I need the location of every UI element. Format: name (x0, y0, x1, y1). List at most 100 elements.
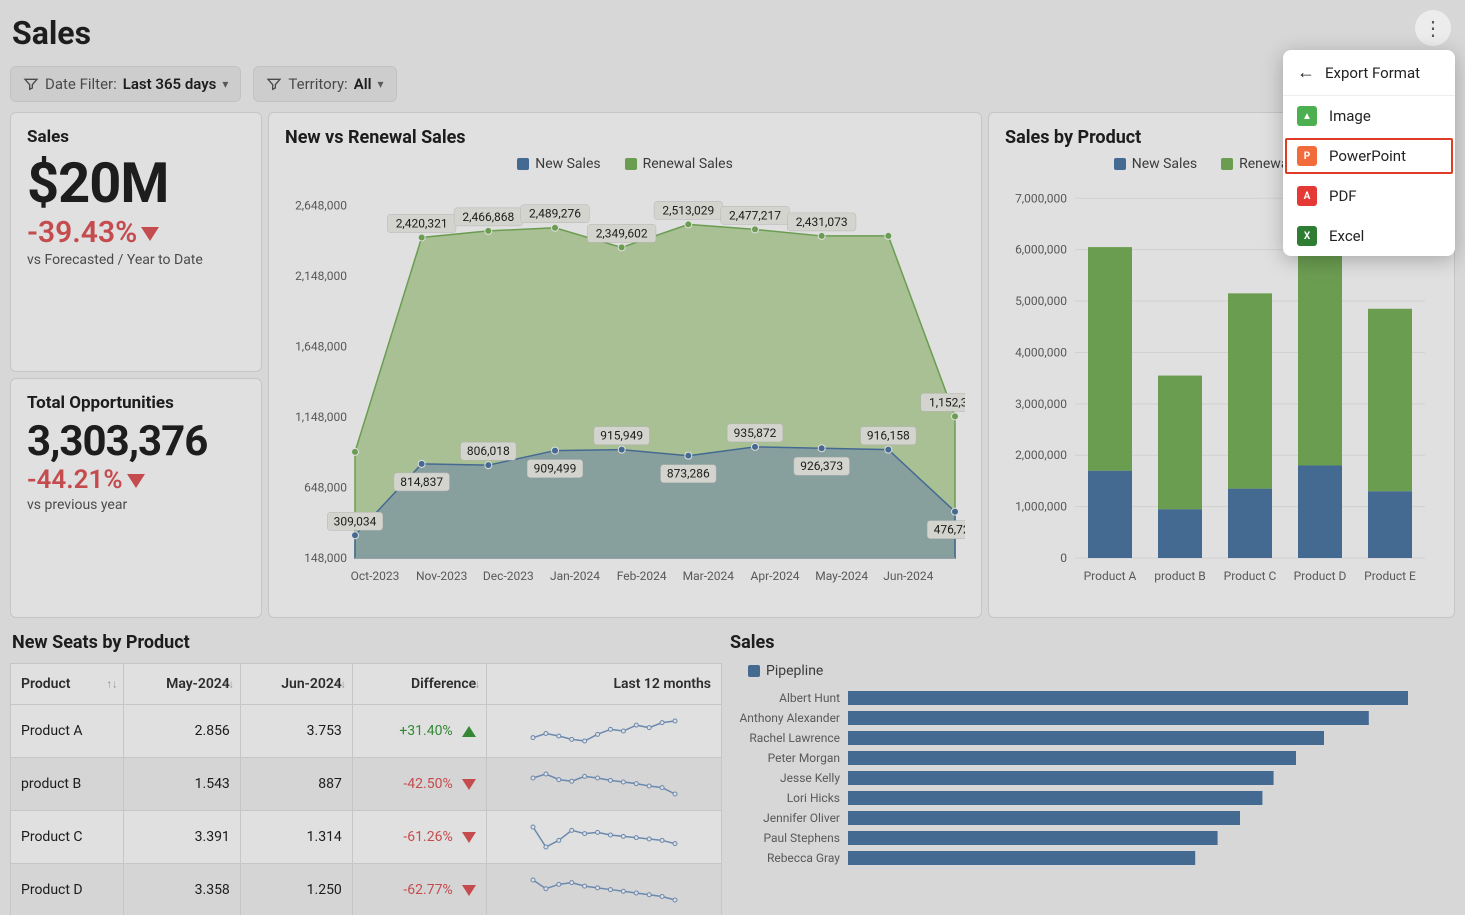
table-row[interactable]: Product C3.3911.314-61.26% (11, 811, 722, 864)
svg-text:3,000,000: 3,000,000 (1015, 397, 1067, 411)
export-option-ppt[interactable]: PPowerPoint (1283, 136, 1455, 176)
seats-col-header[interactable]: May-2024↑↓ (124, 664, 240, 705)
legend-swatch-green (1221, 158, 1233, 170)
pipeline-section: Sales Pipepline Albert Hunt Anthony Alexa… (728, 624, 1455, 915)
legend-swatch-blue (517, 158, 529, 170)
table-row[interactable]: product B1.543887-42.50% (11, 758, 722, 811)
seats-col-header[interactable]: Jun-2024↑↓ (240, 664, 352, 705)
svg-text:Product E: Product E (1364, 569, 1416, 583)
kpi-opps-card: Total Opportunities 3,303,376 -44.21% vs… (10, 378, 262, 618)
pipeline-chart[interactable]: Albert Hunt Anthony Alexander Rachel Lawre… (728, 685, 1438, 895)
table-row[interactable]: Product A2.8563.753+31.40% (11, 705, 722, 758)
territory-filter[interactable]: Territory: All ▾ (253, 66, 396, 102)
kpi-sales-title: Sales (27, 127, 245, 147)
new-vs-renewal-card: New vs Renewal Sales New Sales Renewal S… (268, 112, 982, 618)
svg-text:2,466,868: 2,466,868 (462, 210, 514, 224)
svg-text:Jun-2024: Jun-2024 (883, 569, 933, 583)
svg-text:2,420,321: 2,420,321 (396, 216, 448, 230)
svg-text:148,000: 148,000 (304, 551, 347, 565)
ppt-file-icon: P (1297, 146, 1317, 166)
svg-text:2,489,276: 2,489,276 (529, 207, 581, 221)
svg-text:1,152,324: 1,152,324 (929, 395, 965, 409)
new-vs-renewal-chart[interactable]: 148,000648,0001,148,0001,648,0002,148,00… (285, 178, 965, 598)
seats-section: New Seats by Product Product↑↓May-2024↑↓… (10, 624, 722, 915)
more-menu-button[interactable] (1415, 10, 1451, 46)
svg-text:2,349,602: 2,349,602 (596, 226, 648, 240)
svg-text:2,477,217: 2,477,217 (729, 208, 781, 222)
table-row[interactable]: Product D3.3581.250-62.77% (11, 864, 722, 915)
territory-filter-label: Territory: (288, 75, 347, 93)
svg-text:Dec-2023: Dec-2023 (483, 569, 534, 583)
pdf-file-icon: A (1297, 186, 1317, 206)
svg-text:Rachel Lawrence: Rachel Lawrence (749, 731, 840, 745)
svg-text:Product D: Product D (1294, 569, 1347, 583)
kpi-sales-card: Sales $20M -39.43% vs Forecasted / Year … (10, 112, 262, 372)
svg-text:Albert Hunt: Albert Hunt (779, 691, 840, 705)
seats-title: New Seats by Product (12, 632, 722, 653)
svg-text:Product C: Product C (1224, 569, 1277, 583)
svg-text:4,000,000: 4,000,000 (1015, 345, 1067, 359)
kpi-sales-sub: vs Forecasted / Year to Date (27, 252, 245, 268)
chevron-down-icon: ▾ (378, 77, 384, 91)
chevron-down-icon: ▾ (222, 77, 228, 91)
svg-text:May-2024: May-2024 (815, 569, 868, 583)
svg-text:873,286: 873,286 (667, 467, 710, 481)
date-filter-label: Date Filter: (45, 75, 117, 93)
svg-text:1,148,000: 1,148,000 (295, 410, 347, 424)
legend-swatch-blue (1114, 158, 1126, 170)
page-title: Sales (12, 14, 1455, 52)
svg-text:Jennifer Oliver: Jennifer Oliver (763, 811, 840, 825)
svg-text:5,000,000: 5,000,000 (1015, 294, 1067, 308)
export-header: Export Format (1325, 64, 1420, 82)
svg-text:2,000,000: 2,000,000 (1015, 448, 1067, 462)
svg-text:Rebecca Gray: Rebecca Gray (767, 851, 840, 865)
svg-text:Product A: Product A (1084, 569, 1137, 583)
legend-swatch-green (625, 158, 637, 170)
svg-text:2,648,000: 2,648,000 (295, 198, 347, 212)
date-filter[interactable]: Date Filter: Last 365 days ▾ (10, 66, 241, 102)
seats-col-header[interactable]: Last 12 months (487, 664, 722, 705)
new-vs-renewal-legend: New Sales Renewal Sales (285, 156, 965, 172)
new-vs-renewal-title: New vs Renewal Sales (285, 127, 965, 148)
pipeline-legend: Pipepline (748, 663, 1455, 679)
kpi-sales-delta: -39.43% (27, 215, 245, 250)
svg-text:1,000,000: 1,000,000 (1015, 500, 1067, 514)
export-popover: ← Export Format ▲ImagePPowerPointAPDFXEx… (1283, 50, 1455, 256)
funnel-icon (266, 76, 282, 92)
kpi-opps-value: 3,303,376 (27, 419, 245, 465)
legend-swatch-blue (748, 665, 760, 677)
xls-file-icon: X (1297, 226, 1317, 246)
svg-text:Jesse Kelly: Jesse Kelly (780, 771, 840, 785)
svg-text:0: 0 (1060, 551, 1067, 565)
kpi-opps-sub: vs previous year (27, 497, 245, 513)
date-filter-value: Last 365 days (123, 75, 217, 93)
seats-table: Product↑↓May-2024↑↓Jun-2024↑↓Difference↑… (10, 663, 722, 915)
svg-text:product B: product B (1154, 569, 1206, 583)
svg-text:Nov-2023: Nov-2023 (416, 569, 467, 583)
svg-text:935,872: 935,872 (734, 426, 777, 440)
svg-text:916,158: 916,158 (867, 429, 910, 443)
svg-text:909,499: 909,499 (534, 462, 577, 476)
export-option-xls[interactable]: XExcel (1283, 216, 1455, 256)
export-option-img[interactable]: ▲Image (1283, 96, 1455, 136)
svg-text:2,513,029: 2,513,029 (662, 203, 714, 217)
svg-text:2,431,073: 2,431,073 (796, 215, 848, 229)
svg-text:814,837: 814,837 (400, 475, 443, 489)
svg-text:Mar-2024: Mar-2024 (683, 569, 735, 583)
svg-text:Anthony Alexander: Anthony Alexander (739, 711, 840, 725)
export-option-pdf[interactable]: APDF (1283, 176, 1455, 216)
kpi-opps-delta: -44.21% (27, 465, 245, 495)
svg-text:2,148,000: 2,148,000 (295, 269, 347, 283)
territory-filter-value: All (354, 75, 372, 93)
svg-text:1,648,000: 1,648,000 (295, 339, 347, 353)
svg-text:915,949: 915,949 (600, 429, 643, 443)
back-arrow-icon[interactable]: ← (1297, 62, 1315, 83)
down-arrow-icon (141, 227, 159, 241)
funnel-icon (23, 76, 39, 92)
svg-text:Paul Stephens: Paul Stephens (764, 831, 841, 845)
svg-text:309,034: 309,034 (334, 514, 377, 528)
seats-col-header[interactable]: Product↑↓ (11, 664, 124, 705)
svg-text:926,373: 926,373 (800, 459, 843, 473)
pipeline-title: Sales (730, 632, 1455, 653)
seats-col-header[interactable]: Difference↑↓ (352, 664, 486, 705)
